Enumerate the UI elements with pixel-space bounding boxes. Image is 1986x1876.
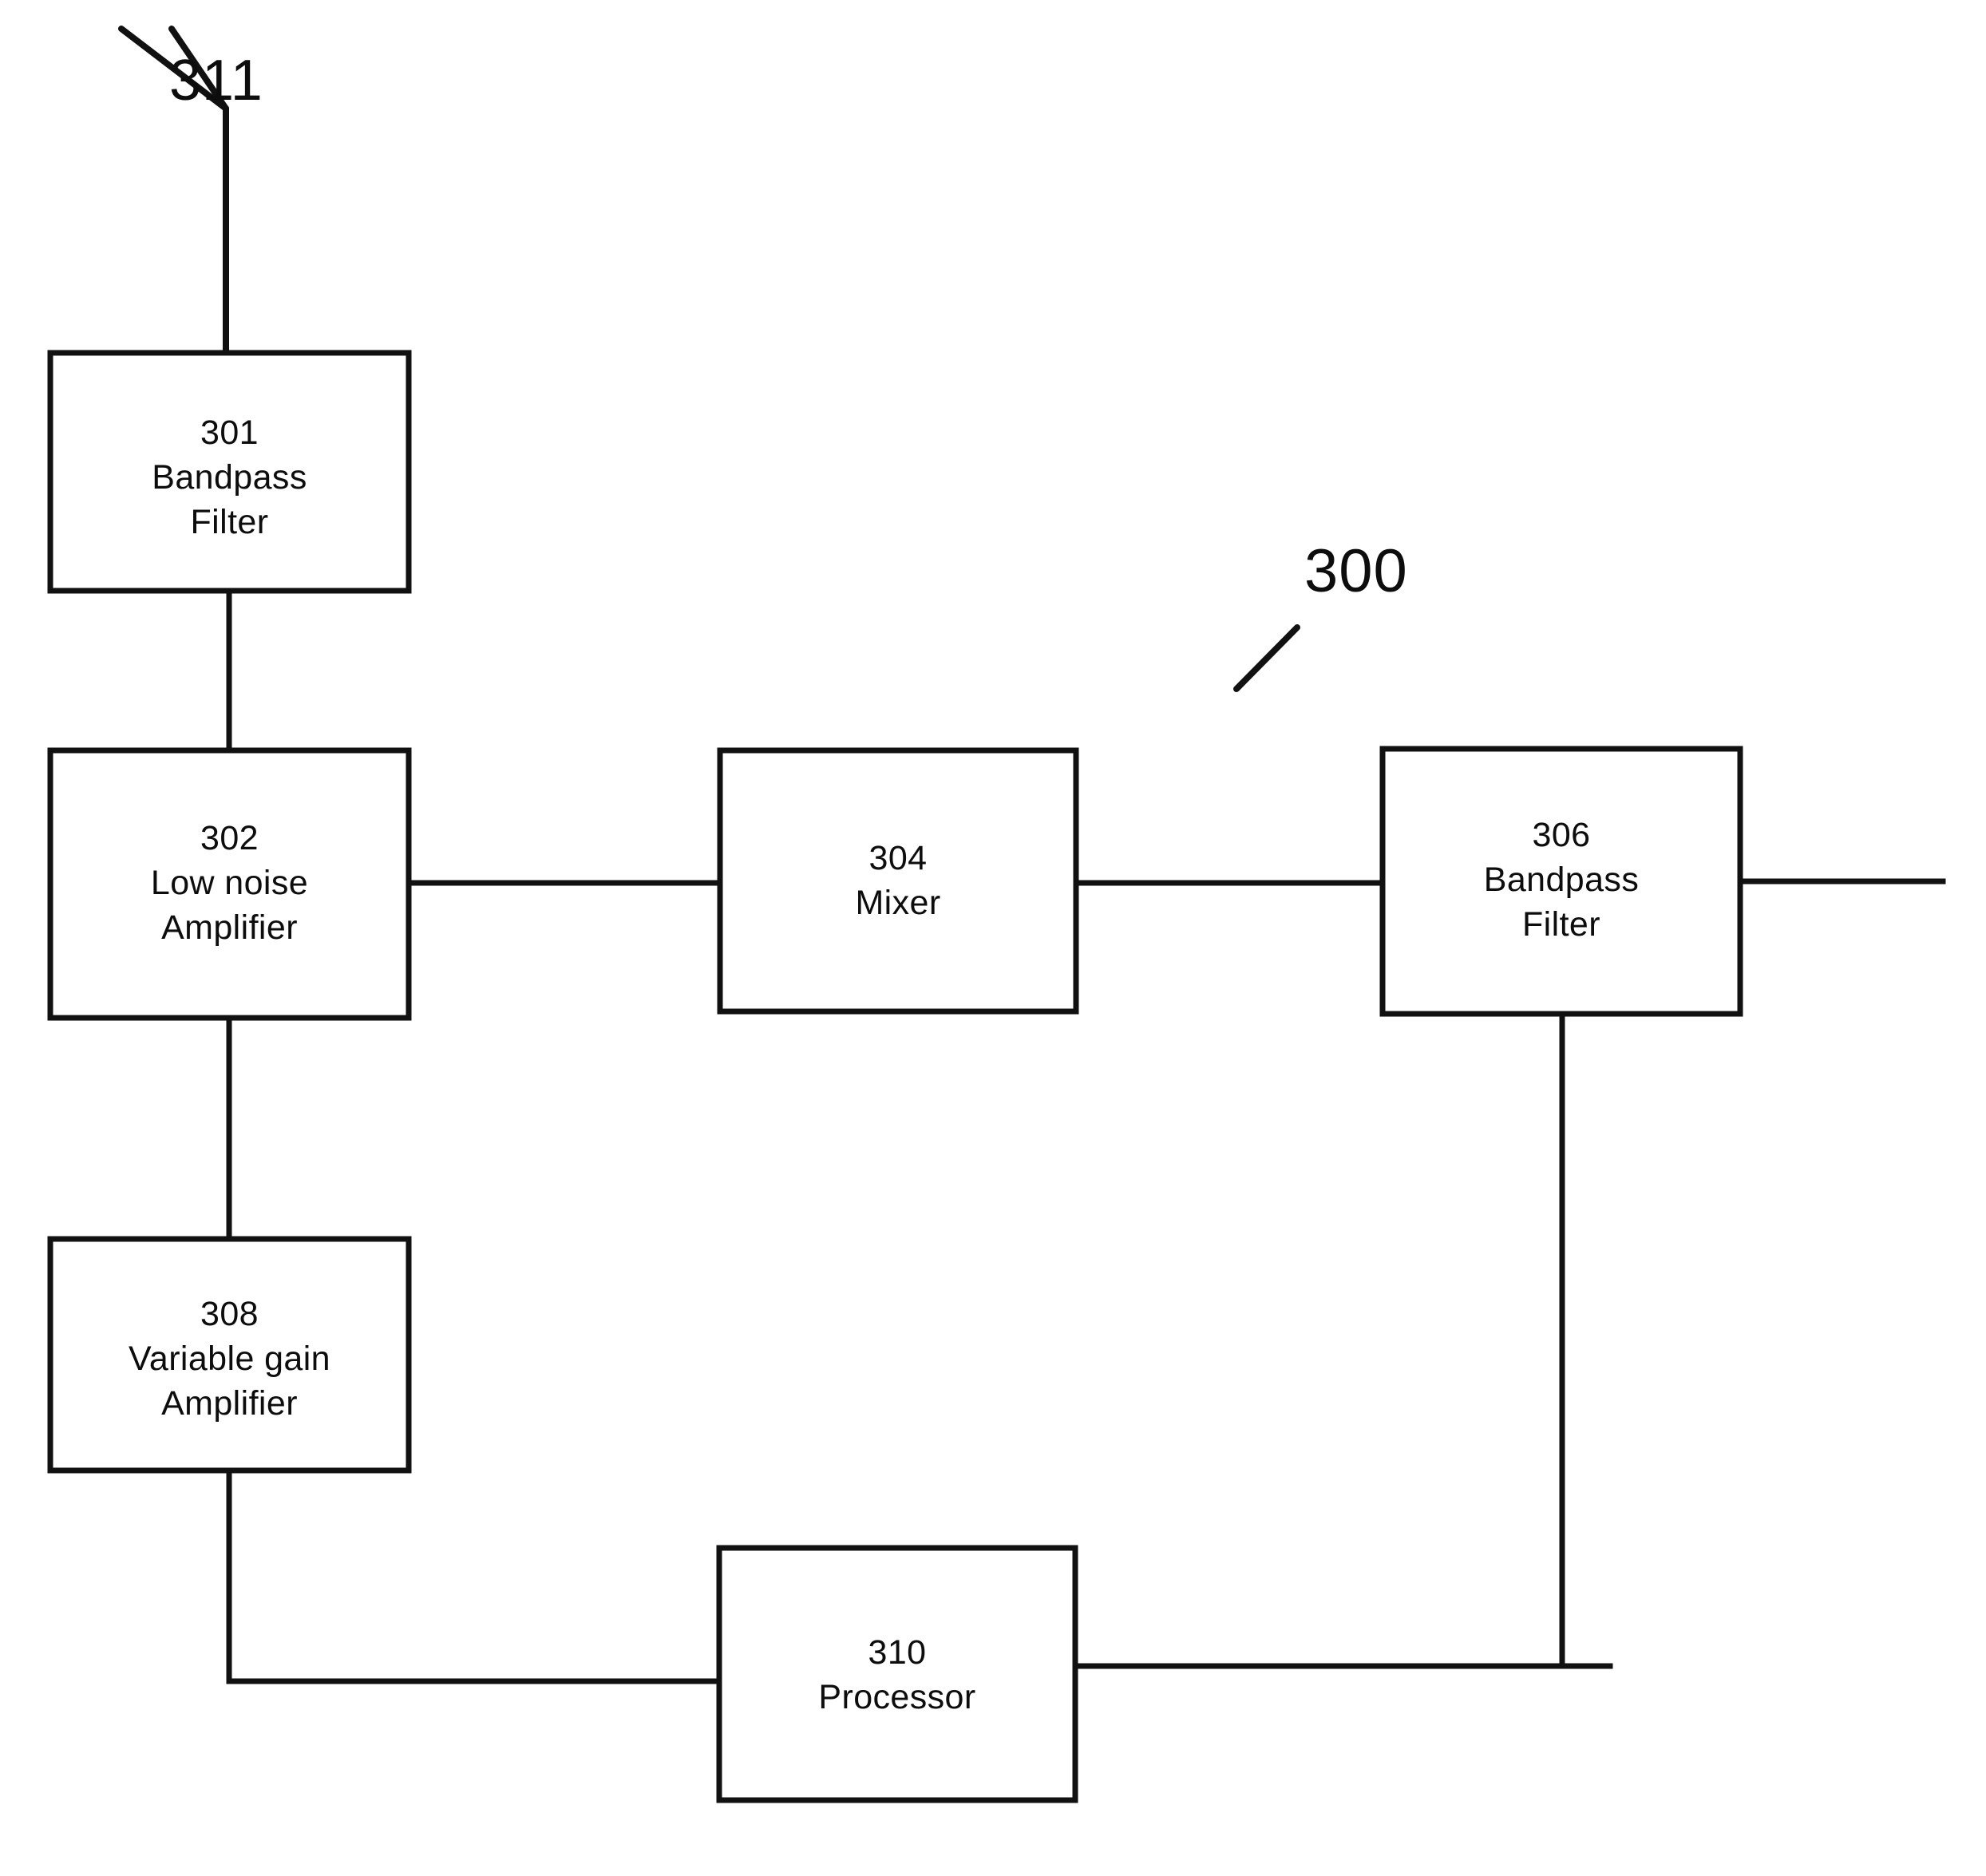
block-processor-310[interactable] xyxy=(716,1545,1078,1803)
wire-308-to-310 xyxy=(226,1467,722,1684)
leader-line-300 xyxy=(1233,624,1300,692)
block-variable-gain-amplifier-308[interactable] xyxy=(47,1236,412,1474)
figure-canvas: 311 300 301 Bandpass Filter 302 Low nois… xyxy=(0,0,1986,1876)
block-diagram-svg xyxy=(47,26,1946,1803)
block-bandpass-filter-306[interactable] xyxy=(1379,746,1743,1017)
antenna-reference-label: 311 xyxy=(169,49,263,113)
block-low-noise-amplifier-302[interactable] xyxy=(47,747,412,1021)
system-reference-label: 300 xyxy=(1304,537,1408,605)
block-mixer-304[interactable] xyxy=(717,747,1079,1015)
block-bandpass-filter-301[interactable] xyxy=(47,350,412,594)
